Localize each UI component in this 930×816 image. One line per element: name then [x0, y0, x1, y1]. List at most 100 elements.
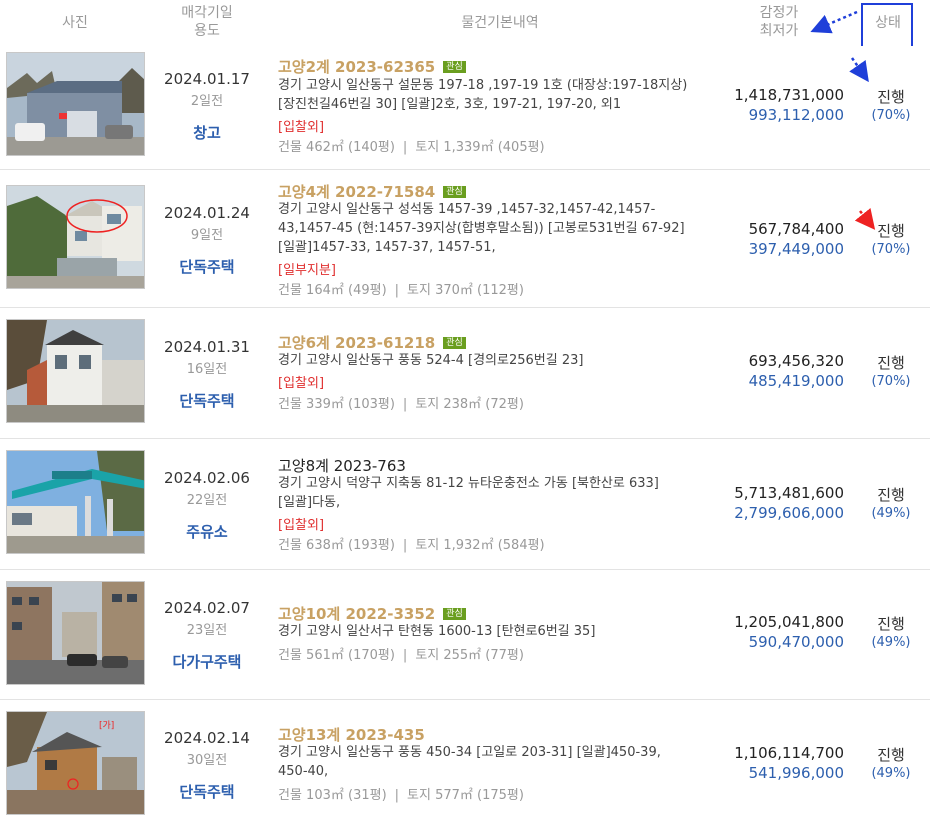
interest-badge: 관심	[443, 61, 466, 73]
min-price: 397,449,000	[748, 240, 844, 258]
min-price-ratio: (49%)	[871, 766, 911, 781]
header-min-price: 최저가	[759, 23, 799, 39]
building-area: 건물 561㎡ (170평)	[278, 648, 395, 663]
case-number-link[interactable]: 고양8계 2023-763	[278, 455, 406, 476]
header-appraisal: 감정가	[759, 5, 799, 21]
building-area: 건물 462㎡ (140평)	[278, 140, 395, 155]
status-tag: [입찰외]	[278, 376, 325, 391]
address-line-1: 경기 고양시 일산동구 설문동 197-18 ,197-19 1호 (대장상:1…	[278, 78, 688, 93]
area-info: 건물 339㎡ (103평) | 토지 238㎡ (72평)	[278, 393, 524, 412]
address-line-1: 경기 고양시 일산동구 풍동 450-34 [고일로 203-31] [일괄]4…	[278, 745, 661, 760]
property-photo[interactable]	[6, 450, 145, 554]
appraisal-price: 5,713,481,600	[734, 484, 844, 502]
min-price: 2,799,606,000	[734, 504, 844, 522]
days-left: 23일전	[186, 623, 228, 638]
appraisal-price: 693,456,320	[748, 352, 844, 370]
table-row[interactable]: 2024.01.17 2일전 창고 고양2계 2023-62365 관심 경기 고…	[0, 46, 930, 170]
table-row[interactable]: 2024.01.24 9일전 단독주택 고양4계 2022-71584 관심 경기…	[0, 170, 930, 308]
area-info: 건물 164㎡ (49평) | 토지 370㎡ (112평)	[278, 279, 524, 298]
sale-date: 2024.01.24	[164, 204, 250, 222]
case-number[interactable]: 고양6계 2023-61218	[278, 334, 435, 352]
appraisal-price: 567,784,400	[748, 220, 844, 238]
sale-date: 2024.02.14	[164, 729, 250, 747]
area-info: 건물 638㎡ (193평) | 토지 1,932㎡ (584평)	[278, 534, 545, 553]
case-number-link[interactable]: 고양10계 2022-3352 관심	[278, 603, 466, 624]
property-photo[interactable]	[6, 52, 145, 156]
min-price: 541,996,000	[748, 764, 844, 782]
area-info: 건물 561㎡ (170평) | 토지 255㎡ (77평)	[278, 644, 524, 663]
land-area: 토지 1,339㎡ (405평)	[415, 140, 545, 155]
case-number-link[interactable]: 고양6계 2023-61218 관심	[278, 332, 466, 353]
case-number-link[interactable]: 고양13계 2023-435	[278, 724, 425, 745]
min-price-ratio: (70%)	[871, 242, 911, 257]
separator: |	[394, 788, 400, 803]
interest-badge: 관심	[443, 337, 466, 349]
sale-date: 2024.02.07	[164, 599, 250, 617]
auction-status: 진행	[877, 88, 905, 106]
building-area: 건물 638㎡ (193평)	[278, 538, 395, 553]
address-line-1: 경기 고양시 덕양구 지축동 81-12 뉴타운충전소 가동 [북한산로 633…	[278, 476, 659, 491]
area-info: 건물 103㎡ (31평) | 토지 577㎡ (175평)	[278, 784, 524, 803]
building-area: 건물 164㎡ (49평)	[278, 283, 387, 298]
property-photo[interactable]	[6, 185, 145, 289]
building-area: 건물 339㎡ (103평)	[278, 397, 395, 412]
auction-status: 진행	[877, 615, 905, 633]
case-number-link[interactable]: 고양2계 2023-62365 관심	[278, 56, 466, 77]
min-price-ratio: (70%)	[871, 108, 911, 123]
land-area: 토지 1,932㎡ (584평)	[415, 538, 545, 553]
case-number[interactable]: 고양10계 2022-3352	[278, 605, 435, 623]
property-use: 단독주택	[179, 783, 235, 801]
separator: |	[402, 538, 408, 553]
svg-text:[가]: [가]	[99, 720, 114, 731]
header-status: 상태	[875, 15, 901, 31]
header-use: 용도	[194, 23, 220, 39]
header-date: 매각기일	[181, 5, 233, 21]
status-tag: [입찰외]	[278, 120, 325, 135]
min-price: 993,112,000	[748, 106, 844, 124]
interest-badge: 관심	[443, 608, 466, 620]
building-area: 건물 103㎡ (31평)	[278, 788, 387, 803]
property-use: 단독주택	[179, 258, 235, 276]
status-tag: [일부지분]	[278, 263, 336, 278]
separator: |	[402, 140, 408, 155]
appraisal-price: 1,205,041,800	[734, 613, 844, 631]
min-price: 590,470,000	[748, 633, 844, 651]
min-price-ratio: (70%)	[871, 374, 911, 389]
property-photo[interactable]	[6, 319, 145, 423]
min-price-ratio: (49%)	[871, 506, 911, 521]
header-photo: 사진	[62, 15, 88, 31]
land-area: 토지 255㎡ (77평)	[415, 648, 524, 663]
case-number[interactable]: 고양2계 2023-62365	[278, 58, 435, 76]
status-tag: [입찰외]	[278, 518, 325, 533]
property-photo[interactable]	[6, 581, 145, 685]
case-number[interactable]: 고양13계 2023-435	[278, 726, 425, 744]
area-info: 건물 462㎡ (140평) | 토지 1,339㎡ (405평)	[278, 136, 545, 155]
sale-date: 2024.01.17	[164, 70, 250, 88]
appraisal-price: 1,418,731,000	[734, 86, 844, 104]
auction-status: 진행	[877, 354, 905, 372]
days-left: 2일전	[190, 94, 224, 109]
address-line-3: [일괄]1457-33, 1457-37, 1457-51,	[278, 240, 496, 255]
case-number-link[interactable]: 고양4계 2022-71584 관심	[278, 181, 466, 202]
address-line-1: 경기 고양시 일산동구 성석동 1457-39 ,1457-32,1457-42…	[278, 202, 656, 217]
property-use: 창고	[193, 124, 221, 142]
case-number[interactable]: 고양4계 2022-71584	[278, 183, 435, 201]
sale-date: 2024.01.31	[164, 338, 250, 356]
auction-status: 진행	[877, 486, 905, 504]
table-header: 사진 매각기일 용도 물건기본내역 감정가 최저가 상태	[0, 0, 930, 49]
property-photo[interactable]: [가]	[6, 711, 145, 815]
separator: |	[402, 397, 408, 412]
case-number[interactable]: 고양8계 2023-763	[278, 457, 406, 475]
auction-status: 진행	[877, 746, 905, 764]
table-row[interactable]: 2024.02.07 23일전 다가구주택 고양10계 2022-3352 관심 …	[0, 570, 930, 700]
property-use: 다가구주택	[172, 653, 242, 671]
land-area: 토지 577㎡ (175평)	[407, 788, 524, 803]
address-line-2: 43,1457-45 (현:1457-39지상(합병후말소됨)) [고봉로531…	[278, 221, 685, 236]
table-row[interactable]: 2024.01.31 16일전 단독주택 고양6계 2023-61218 관심 경…	[0, 308, 930, 439]
land-area: 토지 370㎡ (112평)	[407, 283, 524, 298]
days-left: 16일전	[186, 362, 228, 377]
table-row[interactable]: [가] 2024.02.14 30일전 단독주택 고양13계 2023-435 …	[0, 700, 930, 816]
address-line-2: 450-40,	[278, 764, 329, 779]
interest-badge: 관심	[443, 186, 466, 198]
table-row[interactable]: 2024.02.06 22일전 주유소 고양8계 2023-763 경기 고양시…	[0, 439, 930, 570]
